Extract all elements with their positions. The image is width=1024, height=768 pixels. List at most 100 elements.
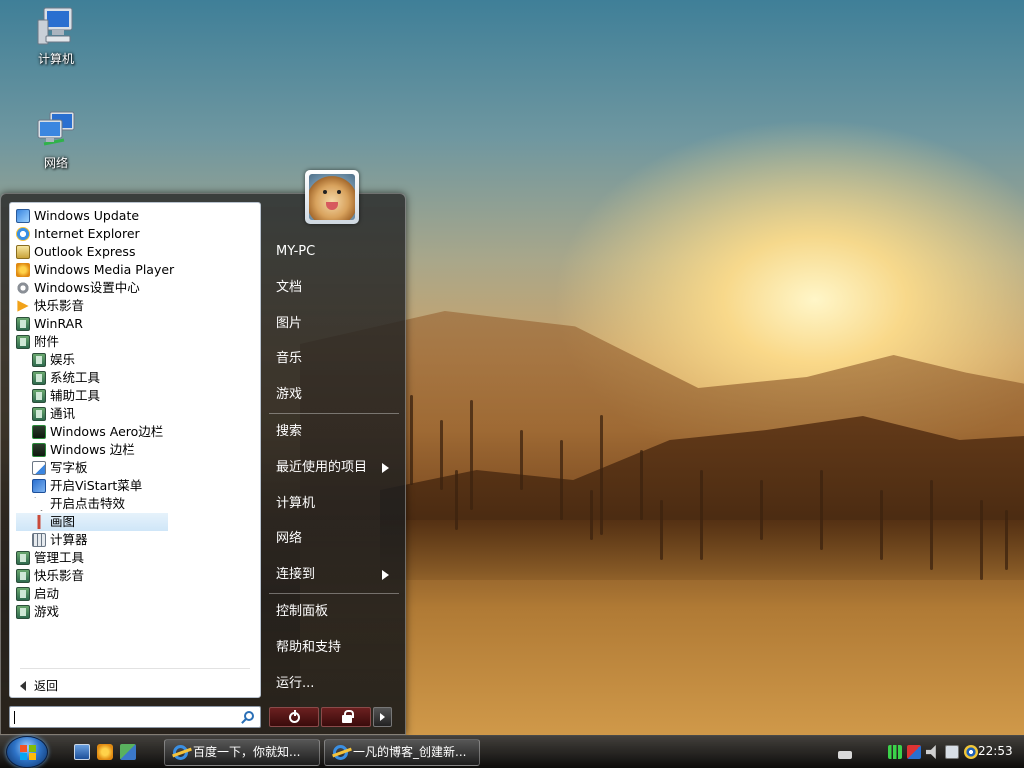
start-menu-link[interactable]: MY-PC (269, 234, 399, 270)
program-item-label: 管理工具 (34, 550, 85, 565)
program-item[interactable]: 系统工具 (16, 369, 256, 387)
start-button[interactable] (6, 736, 48, 768)
sidebar-icon (32, 425, 46, 439)
program-item[interactable]: 娱乐 (16, 351, 256, 369)
program-item-label: Internet Explorer (34, 226, 140, 241)
program-item[interactable]: 附件 (16, 333, 256, 351)
program-item-label: 游戏 (34, 604, 60, 619)
program-item[interactable]: Windows Aero边栏 (16, 423, 256, 441)
grass-stalk (660, 500, 663, 560)
all-programs-pane: Windows Update Internet Explorer Outlook E… (9, 202, 261, 698)
program-item[interactable]: 画图 (16, 513, 168, 531)
program-item[interactable]: Windows设置中心 (16, 279, 256, 297)
program-item[interactable]: Internet Explorer (16, 225, 256, 243)
program-item[interactable]: 通讯 (16, 405, 256, 423)
program-item[interactable]: 辅助工具 (16, 387, 256, 405)
start-menu-link-label: 文档 (276, 279, 303, 295)
start-menu-link[interactable]: 控制面板 (269, 594, 399, 630)
taskbar-clock[interactable]: 22:53 (978, 744, 1013, 758)
power-controls (269, 707, 394, 727)
grass-stalk (560, 440, 563, 520)
windows-update-icon (16, 209, 30, 223)
program-item[interactable]: 开启ViStart菜单 (16, 477, 256, 495)
start-menu-link[interactable]: 游戏 (269, 377, 399, 413)
lock-button[interactable] (321, 707, 371, 727)
taskbar-button-blog[interactable]: 一凡的博客_创建新... (324, 739, 480, 766)
settings-gear-icon (16, 281, 30, 295)
desktop-icon-network[interactable]: 网络 (20, 110, 92, 171)
arrow-right-icon (380, 713, 385, 721)
dog-avatar-icon (309, 174, 355, 220)
back-separator (20, 668, 250, 669)
start-menu-link[interactable]: 连接到 (269, 557, 399, 593)
program-item[interactable]: 快乐影音 (16, 297, 256, 315)
program-item[interactable]: 快乐影音 (16, 567, 256, 585)
program-item-label: Windows设置中心 (34, 280, 140, 295)
taskbar-button-baidu[interactable]: 百度一下，你就知... (164, 739, 320, 766)
folder-icon (16, 317, 30, 331)
computer-icon (34, 6, 78, 46)
start-menu-right-pane: MY-PC 文档图片 音乐 游戏 搜索 最近使用的项目 计算机 网络 连接到 控制面板 帮助和支持运… (269, 234, 399, 701)
media-player-icon[interactable] (97, 744, 113, 760)
start-menu-link-label: MY-PC (276, 244, 316, 259)
program-item-label: 快乐影音 (34, 298, 85, 313)
desktop-icon-label: 网络 (43, 156, 68, 170)
volume-icon[interactable] (926, 745, 936, 759)
program-item-label: Outlook Express (34, 244, 136, 259)
start-menu-link[interactable]: 计算机 (269, 486, 399, 522)
program-item-label: 画图 (50, 514, 76, 529)
program-item[interactable]: Windows Update (16, 207, 256, 225)
program-item[interactable]: 写字板 (16, 459, 256, 477)
search-icon[interactable] (244, 711, 254, 721)
program-item[interactable]: 启动 (16, 585, 256, 603)
wireless-icon[interactable] (964, 745, 978, 759)
start-menu-link[interactable]: 搜索 (269, 414, 399, 450)
shield-icon[interactable] (907, 745, 921, 759)
start-menu-link[interactable]: 图片 (269, 306, 399, 342)
sidebar-icon (32, 443, 46, 457)
power-button[interactable] (269, 707, 319, 727)
grass-stalk (820, 470, 823, 550)
show-desktop-icon[interactable] (74, 744, 90, 760)
program-item[interactable]: Windows 边栏 (16, 441, 256, 459)
program-item-label: WinRAR (34, 316, 83, 331)
network-icon (34, 110, 78, 150)
back-button[interactable]: 返回 (20, 677, 58, 694)
back-arrow-icon (20, 680, 26, 691)
program-item[interactable]: 开启点击特效 (16, 495, 256, 513)
folder-icon (16, 551, 30, 565)
start-menu-link[interactable]: 最近使用的项目 (269, 450, 399, 486)
start-search-input[interactable] (9, 706, 261, 728)
keyboard-icon[interactable] (838, 751, 852, 759)
program-item[interactable]: 管理工具 (16, 549, 256, 567)
start-menu-link[interactable]: 帮助和支持 (269, 630, 399, 666)
grass-stalk (520, 430, 523, 490)
start-menu-link[interactable]: 运行... (269, 666, 399, 702)
user-avatar[interactable] (305, 170, 359, 224)
start-menu-link[interactable]: 音乐 (269, 341, 399, 377)
program-item[interactable]: WinRAR (16, 315, 256, 333)
program-item[interactable]: Windows Media Player (16, 261, 256, 279)
display-icon[interactable] (945, 745, 959, 759)
program-item-label: 辅助工具 (50, 388, 101, 403)
start-icon (32, 479, 46, 493)
program-item-label: Windows Media Player (34, 262, 175, 277)
system-tray (838, 742, 978, 762)
program-item-label: 启动 (34, 586, 60, 601)
start-menu-link[interactable]: 网络 (269, 521, 399, 557)
network-signal-icon[interactable] (888, 745, 902, 759)
program-item-label: Windows Update (34, 208, 140, 223)
start-menu: Windows Update Internet Explorer Outlook E… (0, 193, 406, 735)
desktop-icon-computer[interactable]: 计算机 (20, 6, 92, 67)
switch-windows-icon[interactable] (120, 744, 136, 760)
power-options-button[interactable] (373, 707, 392, 727)
program-item-label: 计算器 (50, 532, 88, 547)
program-item[interactable]: Outlook Express (16, 243, 256, 261)
program-item[interactable]: 计算器 (16, 531, 256, 549)
grass-stalk (600, 415, 603, 535)
media-player-icon (16, 263, 30, 277)
start-menu-link[interactable]: 文档 (269, 270, 399, 306)
grass-stalk (440, 420, 443, 490)
program-item[interactable]: 游戏 (16, 603, 256, 621)
folder-icon (16, 569, 30, 583)
